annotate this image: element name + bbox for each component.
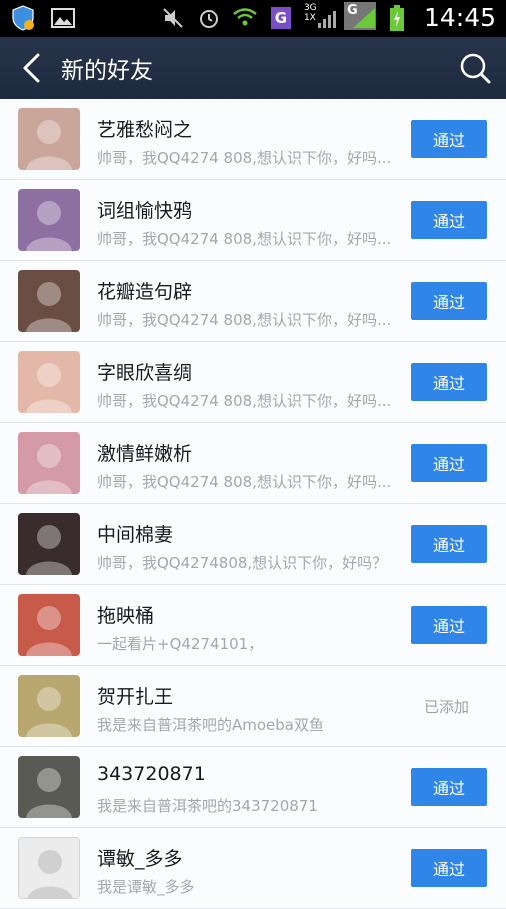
list-item[interactable]: 拖映桶 一起看片+Q4274101， 通过 xyxy=(0,585,506,666)
avatar[interactable] xyxy=(18,108,80,170)
avatar[interactable] xyxy=(18,594,80,656)
avatar[interactable] xyxy=(18,351,80,413)
avatar[interactable] xyxy=(18,675,80,737)
request-message: 帅哥，我QQ4274808,想认识下你，好吗？ xyxy=(97,554,388,572)
app-header: 新的好友 xyxy=(0,37,506,99)
added-status: 已添加 xyxy=(424,698,470,716)
list-item[interactable]: 词组愉快鸦 帅哥，我QQ4274 808,想认识下你，好吗... 通过 xyxy=(0,180,506,261)
request-message: 我是来自普洱茶吧的Amoeba双鱼 xyxy=(97,716,324,734)
g-app-icon: G xyxy=(268,5,294,31)
friend-name: 激情鲜嫩析 xyxy=(97,443,193,465)
signal-3g-icon: 3G 1X xyxy=(304,3,336,31)
friend-name: 中间棉妻 xyxy=(97,524,174,546)
request-message: 帅哥，我QQ4274 808,想认识下你，好吗... xyxy=(97,392,392,410)
list-item[interactable]: 花瓣造句辟 帅哥，我QQ4274 808,想认识下你，好吗... 通过 xyxy=(0,261,506,342)
request-message: 一起看片+Q4274101， xyxy=(97,635,264,653)
back-arrow-icon[interactable] xyxy=(18,52,48,84)
request-message: 我是谭敏_多多 xyxy=(97,878,195,896)
friend-name: 343720871 xyxy=(97,763,206,785)
accept-button[interactable]: 通过 xyxy=(411,849,487,887)
wifi-icon xyxy=(232,5,258,31)
list-item[interactable]: 中间棉妻 帅哥，我QQ4274808,想认识下你，好吗？ 通过 xyxy=(0,504,506,585)
friend-name: 贺开扎王 xyxy=(97,686,174,708)
accept-button[interactable]: 通过 xyxy=(411,768,487,806)
request-message: 帅哥，我QQ4274 808,想认识下你，好吗... xyxy=(97,311,392,329)
accept-button[interactable]: 通过 xyxy=(411,120,487,158)
battery-icon xyxy=(384,4,410,31)
list-item[interactable]: 艺雅愁闷之 帅哥，我QQ4274 808,想认识下你，好吗... 通过 xyxy=(0,99,506,180)
shield-icon xyxy=(10,5,36,31)
request-message: 我是来自普洱茶吧的343720871 xyxy=(97,797,318,815)
accept-button[interactable]: 通过 xyxy=(411,201,487,239)
accept-button[interactable]: 通过 xyxy=(411,282,487,320)
friend-name: 花瓣造句辟 xyxy=(97,281,193,303)
accept-button[interactable]: 通过 xyxy=(411,606,487,644)
status-bar: G 3G 1X G 14:45 xyxy=(0,0,506,37)
friend-name: 词组愉快鸦 xyxy=(97,200,193,222)
avatar[interactable] xyxy=(18,270,80,332)
image-icon xyxy=(50,5,76,31)
accept-button[interactable]: 通过 xyxy=(411,525,487,563)
request-message: 帅哥，我QQ4274 808,想认识下你，好吗... xyxy=(97,230,392,248)
search-icon[interactable] xyxy=(458,51,492,85)
list-item[interactable]: 字眼欣喜绸 帅哥，我QQ4274 808,想认识下你，好吗... 通过 xyxy=(0,342,506,423)
avatar[interactable] xyxy=(18,837,80,899)
avatar[interactable] xyxy=(18,189,80,251)
request-message: 帅哥，我QQ4274 808,想认识下你，好吗... xyxy=(97,149,392,167)
list-item[interactable]: 激情鲜嫩析 帅哥，我QQ4274 808,想认识下你，好吗... 通过 xyxy=(0,423,506,504)
friend-name: 艺雅愁闷之 xyxy=(97,119,193,141)
list-item[interactable]: 343720871 我是来自普洱茶吧的343720871 通过 xyxy=(0,747,506,828)
avatar[interactable] xyxy=(18,513,80,575)
friend-name: 字眼欣喜绸 xyxy=(97,362,193,384)
page-title: 新的好友 xyxy=(61,58,153,84)
request-message: 帅哥，我QQ4274 808,想认识下你，好吗... xyxy=(97,473,392,491)
mute-icon xyxy=(160,5,186,31)
accept-button[interactable]: 通过 xyxy=(411,363,487,401)
avatar[interactable] xyxy=(18,432,80,494)
clock-time: 14:45 xyxy=(423,3,496,32)
friend-name: 拖映桶 xyxy=(97,605,155,627)
signal-g-icon: G xyxy=(343,1,376,31)
list-item[interactable]: 谭敏_多多 我是谭敏_多多 通过 xyxy=(0,828,506,909)
avatar[interactable] xyxy=(18,756,80,818)
accept-button[interactable]: 通过 xyxy=(411,444,487,482)
list-item[interactable]: 贺开扎王 我是来自普洱茶吧的Amoeba双鱼 已添加 xyxy=(0,666,506,747)
alarm-icon xyxy=(196,5,222,31)
friend-request-list: 艺雅愁闷之 帅哥，我QQ4274 808,想认识下你，好吗... 通过 词组愉快… xyxy=(0,99,506,909)
friend-name: 谭敏_多多 xyxy=(97,848,183,870)
